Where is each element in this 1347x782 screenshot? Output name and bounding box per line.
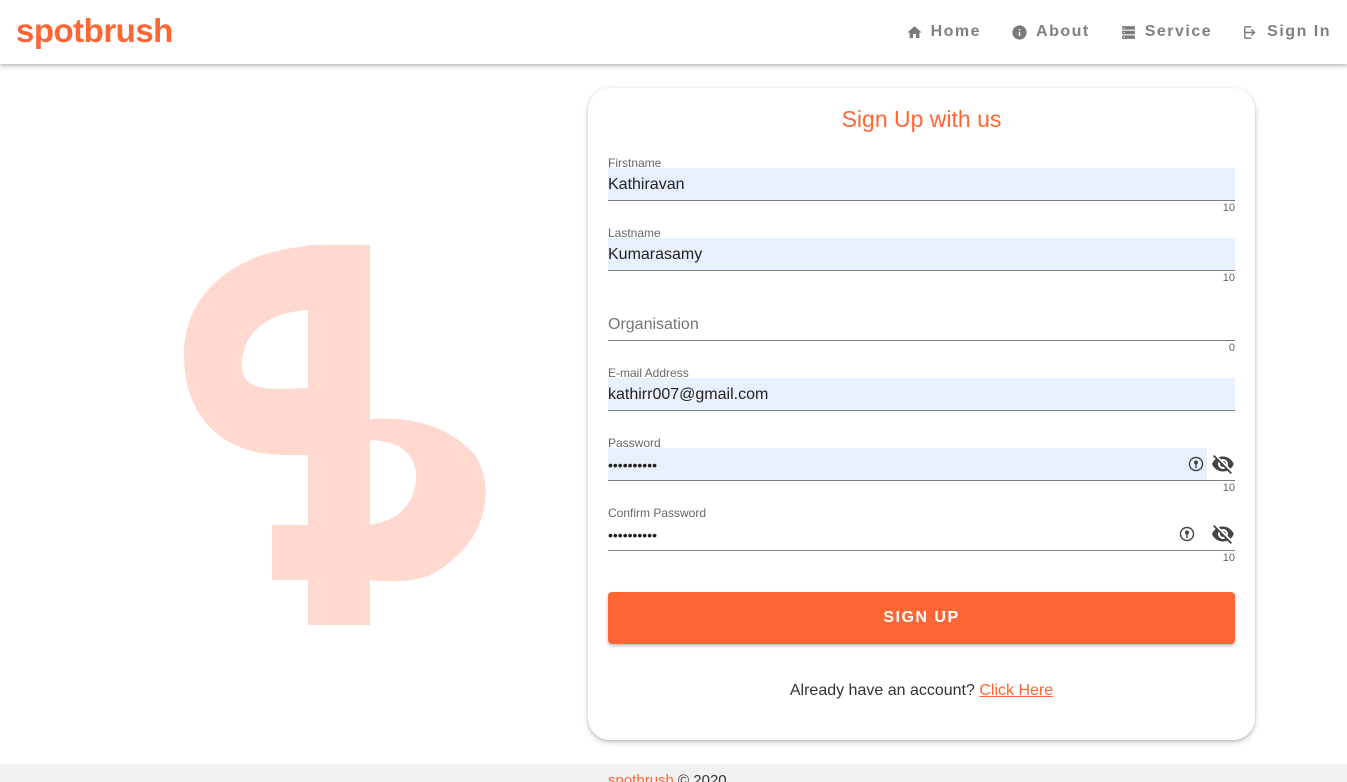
info-icon bbox=[1012, 24, 1027, 40]
spotbrush-logo-mark bbox=[184, 245, 486, 625]
confirm-password-field: Confirm Password •••••••••• 10 bbox=[608, 506, 1235, 568]
brand-logo[interactable]: spotbrush bbox=[16, 12, 173, 50]
firstname-input[interactable]: Kathiravan bbox=[608, 168, 1235, 201]
footer-text: spotbrush © 2020 bbox=[608, 772, 727, 782]
nav-about[interactable]: About bbox=[1011, 23, 1090, 41]
lastname-value: Kumarasamy bbox=[608, 246, 703, 263]
footer-copyright: © 2020 bbox=[678, 772, 727, 782]
firstname-counter: 10 bbox=[1222, 202, 1235, 214]
already-account-text: Already have an account? bbox=[789, 682, 975, 699]
nav-service[interactable]: Service bbox=[1120, 23, 1212, 41]
sign-up-button[interactable]: SIGN UP bbox=[608, 592, 1235, 644]
visibility-off-icon[interactable] bbox=[1211, 452, 1235, 476]
password-field: Password •••••••••• 10 bbox=[608, 436, 1235, 498]
signup-title: Sign Up with us bbox=[841, 106, 1002, 132]
top-app-bar: spotbrush Home About Service Sign In bbox=[0, 0, 1347, 64]
organisation-counter: 0 bbox=[1228, 342, 1235, 354]
organisation-field: Organisation 0 bbox=[608, 296, 1235, 358]
confirm-password-value: •••••••••• bbox=[608, 527, 658, 543]
email-field: E-mail Address kathirr007@gmail.com bbox=[608, 366, 1235, 428]
nav-home[interactable]: Home bbox=[906, 23, 981, 41]
password-key-icon[interactable] bbox=[1188, 456, 1204, 472]
sign-in-icon bbox=[1244, 25, 1256, 39]
nav-sign-in-label: Sign In bbox=[1267, 23, 1331, 40]
main-nav: Home About Service Sign In bbox=[876, 18, 1331, 46]
confirm-password-key-icon[interactable] bbox=[1179, 526, 1195, 542]
footer-brand-link[interactable]: spotbrush bbox=[608, 772, 674, 782]
nav-sign-in[interactable]: Sign In bbox=[1242, 23, 1331, 41]
lastname-counter: 10 bbox=[1222, 272, 1235, 284]
firstname-field: Firstname Kathiravan 10 bbox=[608, 156, 1235, 218]
password-input-wrapper: •••••••••• bbox=[608, 448, 1235, 481]
email-value: kathirr007@gmail.com bbox=[608, 386, 769, 403]
already-account-row: Already have an account? Click Here bbox=[588, 682, 1255, 700]
confirm-password-counter: 10 bbox=[1222, 552, 1235, 564]
lastname-input[interactable]: Kumarasamy bbox=[608, 238, 1235, 271]
organisation-input[interactable]: Organisation bbox=[608, 308, 1235, 341]
nav-about-label: About bbox=[1036, 23, 1090, 40]
email-input[interactable]: kathirr007@gmail.com bbox=[608, 378, 1235, 411]
password-value: •••••••••• bbox=[608, 457, 658, 473]
lastname-field: Lastname Kumarasamy 10 bbox=[608, 226, 1235, 288]
nav-home-label: Home bbox=[930, 23, 982, 40]
signup-card: Sign Up with us Firstname Kathiravan 10 … bbox=[588, 88, 1255, 740]
click-here-link[interactable]: Click Here bbox=[979, 682, 1053, 699]
footer: spotbrush © 2020 bbox=[0, 764, 1347, 782]
nav-service-label: Service bbox=[1144, 23, 1213, 40]
confirm-visibility-off-icon[interactable] bbox=[1211, 522, 1235, 546]
confirm-password-input[interactable]: •••••••••• bbox=[608, 518, 1235, 551]
server-icon bbox=[1121, 25, 1135, 39]
firstname-value: Kathiravan bbox=[608, 176, 685, 193]
password-counter: 10 bbox=[1222, 482, 1235, 494]
password-input[interactable]: •••••••••• bbox=[608, 448, 1207, 480]
organisation-placeholder: Organisation bbox=[608, 316, 699, 333]
home-icon bbox=[906, 25, 922, 38]
